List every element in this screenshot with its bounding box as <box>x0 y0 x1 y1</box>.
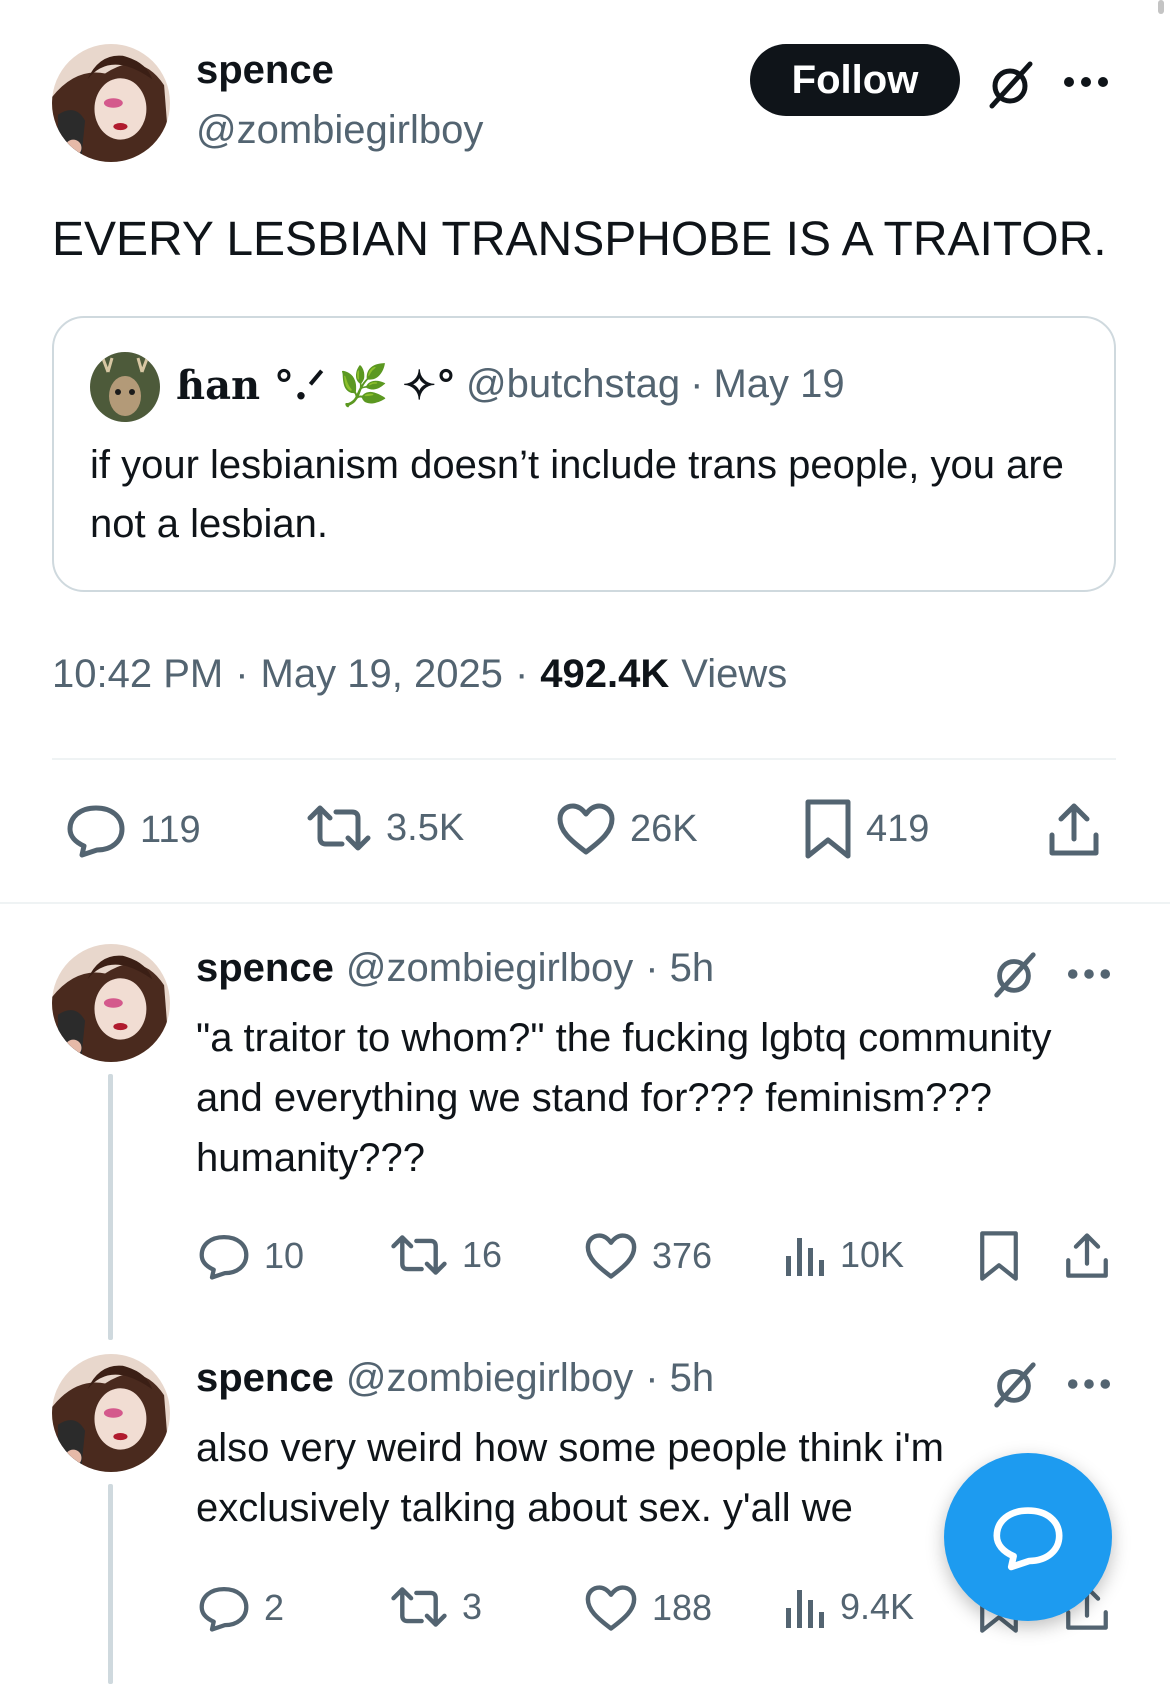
like-button[interactable]: 26K <box>556 802 698 856</box>
reply-button[interactable]: 2 <box>198 1584 284 1632</box>
more-icon[interactable] <box>1064 1364 1114 1404</box>
like-count: 188 <box>652 1587 713 1628</box>
views-count: 10K <box>840 1234 905 1275</box>
repost-icon <box>307 805 371 851</box>
reply-button[interactable]: 119 <box>66 802 201 858</box>
views-count: 492.4K <box>540 652 670 696</box>
reply-icon <box>67 805 125 858</box>
repost-icon <box>391 1235 447 1275</box>
reply-icon <box>199 1587 249 1632</box>
repost-button[interactable]: 3 <box>390 1584 482 1630</box>
floating-message-button[interactable] <box>944 1453 1112 1621</box>
views-count: 9.4K <box>840 1586 915 1627</box>
avatar[interactable] <box>52 44 170 162</box>
like-button[interactable]: 188 <box>584 1584 712 1632</box>
separator-dot: · <box>235 652 249 696</box>
views-icon <box>786 1590 824 1628</box>
quoted-tweet[interactable]: ɦan °.ᐟ 🌿 ✧° @butchstag · May 19 if your… <box>52 316 1116 592</box>
tweet-text: EVERY LESBIAN TRANSPHOBE IS A TRAITOR. <box>52 213 1107 266</box>
quoted-display-name[interactable]: ɦan °.ᐟ 🌿 ✧° <box>176 362 456 409</box>
more-icon[interactable] <box>1064 954 1114 994</box>
bookmark-icon <box>980 1231 1018 1281</box>
more-icon[interactable] <box>1060 62 1112 102</box>
author-display-name[interactable]: spence <box>196 946 334 991</box>
views-icon <box>786 1238 824 1276</box>
share-icon <box>1066 1233 1108 1278</box>
quoted-handle[interactable]: @butchstag <box>466 362 680 409</box>
tweet-time[interactable]: 10:42 PM <box>52 652 223 697</box>
repost-count: 3 <box>462 1586 483 1627</box>
like-button[interactable]: 376 <box>584 1232 712 1280</box>
reply-time[interactable]: · 5h <box>645 946 714 991</box>
bookmark-count: 419 <box>866 807 930 850</box>
like-icon <box>557 803 615 855</box>
reply-time[interactable]: · 5h <box>645 1356 714 1401</box>
like-icon <box>585 1585 637 1631</box>
bookmark-button[interactable] <box>976 1228 1022 1284</box>
separator-dot: · <box>690 362 704 406</box>
bookmark-icon <box>805 799 851 859</box>
divider <box>52 758 1116 760</box>
separator-dot: · <box>514 652 529 696</box>
avatar[interactable] <box>52 944 170 1062</box>
reply-text: also very weird how some people think i'… <box>196 1426 944 1530</box>
like-icon <box>585 1233 637 1279</box>
thread-line <box>108 1074 113 1340</box>
reply-count: 2 <box>264 1587 285 1628</box>
reply-count: 10 <box>264 1235 305 1276</box>
reply-button[interactable]: 10 <box>198 1232 304 1280</box>
divider <box>0 902 1170 904</box>
bookmark-button[interactable]: 419 <box>804 798 929 860</box>
repost-button[interactable]: 16 <box>390 1232 502 1278</box>
share-button[interactable] <box>1046 800 1102 860</box>
share-button[interactable] <box>1062 1228 1112 1284</box>
author-handle[interactable]: @zombiegirlboy <box>346 1356 633 1401</box>
grok-icon[interactable] <box>982 56 1038 112</box>
tweet-date[interactable]: May 19, 2025 <box>261 652 503 697</box>
views-button[interactable]: 9.4K <box>784 1584 914 1630</box>
share-icon <box>1049 803 1099 856</box>
avatar[interactable] <box>52 1354 170 1472</box>
compose-message-icon <box>993 1507 1063 1571</box>
repost-icon <box>391 1587 447 1627</box>
repost-button[interactable]: 3.5K <box>306 802 464 854</box>
reply-icon <box>199 1235 249 1280</box>
like-count: 376 <box>652 1235 713 1276</box>
views-button[interactable]: 10K <box>784 1232 904 1278</box>
reply-count: 119 <box>140 808 201 851</box>
thread-line <box>108 1484 113 1684</box>
like-count: 26K <box>630 807 698 850</box>
scrollbar[interactable] <box>1158 0 1164 14</box>
grok-icon[interactable] <box>986 1356 1042 1412</box>
follow-button[interactable]: Follow <box>750 44 960 116</box>
grok-icon[interactable] <box>986 946 1042 1002</box>
reply-text: "a traitor to whom?" the fucking lgbtq c… <box>196 1016 1052 1180</box>
quoted-date[interactable]: May 19 <box>713 362 844 409</box>
author-handle[interactable]: @zombiegirlboy <box>196 108 483 153</box>
quoted-text: if your lesbianism doesn’t include trans… <box>90 443 1064 546</box>
quoted-avatar[interactable] <box>90 352 160 422</box>
author-display-name[interactable]: spence <box>196 1356 334 1401</box>
author-handle[interactable]: @zombiegirlboy <box>346 946 633 991</box>
author-display-name[interactable]: spence <box>196 48 334 93</box>
views-label: Views <box>681 652 788 696</box>
repost-count: 3.5K <box>386 806 465 849</box>
repost-count: 16 <box>462 1234 503 1275</box>
